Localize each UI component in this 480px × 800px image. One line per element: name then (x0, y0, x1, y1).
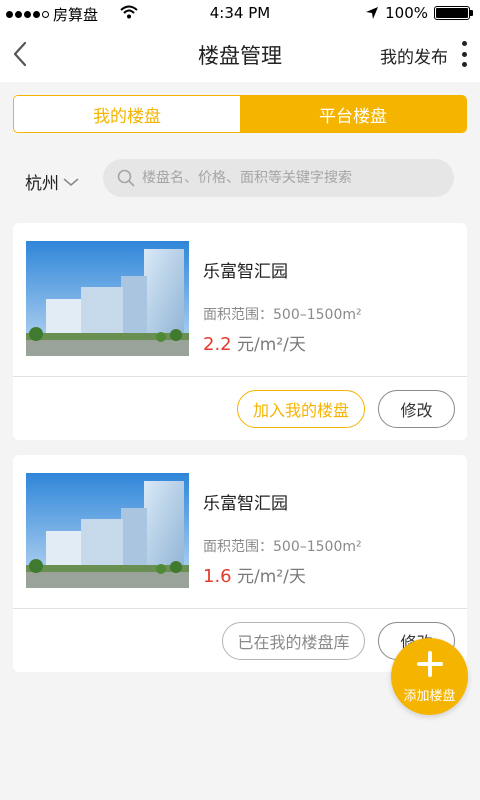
property-area: 面积范围：500–1500m² (203, 539, 362, 555)
property-name: 乐富智汇园 (203, 262, 288, 282)
property-photo (26, 241, 189, 356)
divider (13, 608, 467, 609)
status-bar: 房算盘 4:34 PM 100% (0, 0, 480, 26)
city-label: 杭州 (25, 174, 59, 194)
nav-bar: 楼盘管理 我的发布 (0, 26, 480, 82)
property-area: 面积范围：500–1500m² (203, 307, 362, 323)
add-property-button[interactable]: 添加楼盘 (391, 638, 468, 715)
price-unit: 元/m²/天 (231, 335, 306, 355)
divider (13, 376, 467, 377)
filter-row: 杭州 (0, 152, 480, 210)
status-right: 100% (365, 4, 473, 22)
battery-icon (434, 6, 473, 20)
property-info: 乐富智汇园 面积范围：500–1500m² 1.6 元/m²/天 (203, 489, 362, 587)
property-price: 1.6 元/m²/天 (203, 562, 362, 587)
screen: 房算盘 4:34 PM 100% 楼盘管理 我的发布 我的楼盘 平台楼盘 杭州 … (0, 0, 480, 800)
property-card: 乐富智汇园 面积范围：500–1500m² 1.6 元/m²/天 已在我的楼盘库… (13, 455, 467, 672)
city-selector[interactable]: 杭州 (25, 169, 79, 194)
search-icon (117, 169, 135, 187)
search-input[interactable] (142, 170, 442, 186)
tab-my-properties[interactable]: 我的楼盘 (14, 96, 240, 132)
add-to-my-properties-button[interactable]: 加入我的楼盘 (237, 390, 365, 428)
price-value: 1.6 (203, 566, 232, 587)
property-name: 乐富智汇园 (203, 494, 288, 514)
property-price: 2.2 元/m²/天 (203, 330, 362, 355)
property-info: 乐富智汇园 面积范围：500–1500m² 2.2 元/m²/天 (203, 257, 362, 355)
segmented-tabs: 我的楼盘 平台楼盘 (13, 95, 467, 133)
property-photo (26, 473, 189, 588)
plus-icon (416, 651, 443, 677)
search-bar[interactable] (103, 159, 454, 197)
tab-platform-properties[interactable]: 平台楼盘 (240, 96, 466, 132)
my-posts-button[interactable]: 我的发布 (380, 43, 448, 68)
chevron-down-icon (63, 177, 79, 186)
battery-percent: 100% (385, 4, 428, 22)
more-menu-icon[interactable] (460, 41, 468, 67)
price-value: 2.2 (203, 334, 232, 355)
edit-button[interactable]: 修改 (378, 390, 455, 428)
battery-level (436, 8, 468, 18)
location-arrow-icon (366, 7, 379, 19)
back-icon[interactable] (10, 40, 32, 68)
already-in-library-button[interactable]: 已在我的楼盘库 (222, 622, 365, 660)
add-property-label: 添加楼盘 (403, 689, 456, 704)
tab-bar-wrapper: 我的楼盘 平台楼盘 (0, 82, 480, 152)
property-card: 乐富智汇园 面积范围：500–1500m² 2.2 元/m²/天 加入我的楼盘 … (13, 223, 467, 440)
price-unit: 元/m²/天 (231, 567, 306, 587)
